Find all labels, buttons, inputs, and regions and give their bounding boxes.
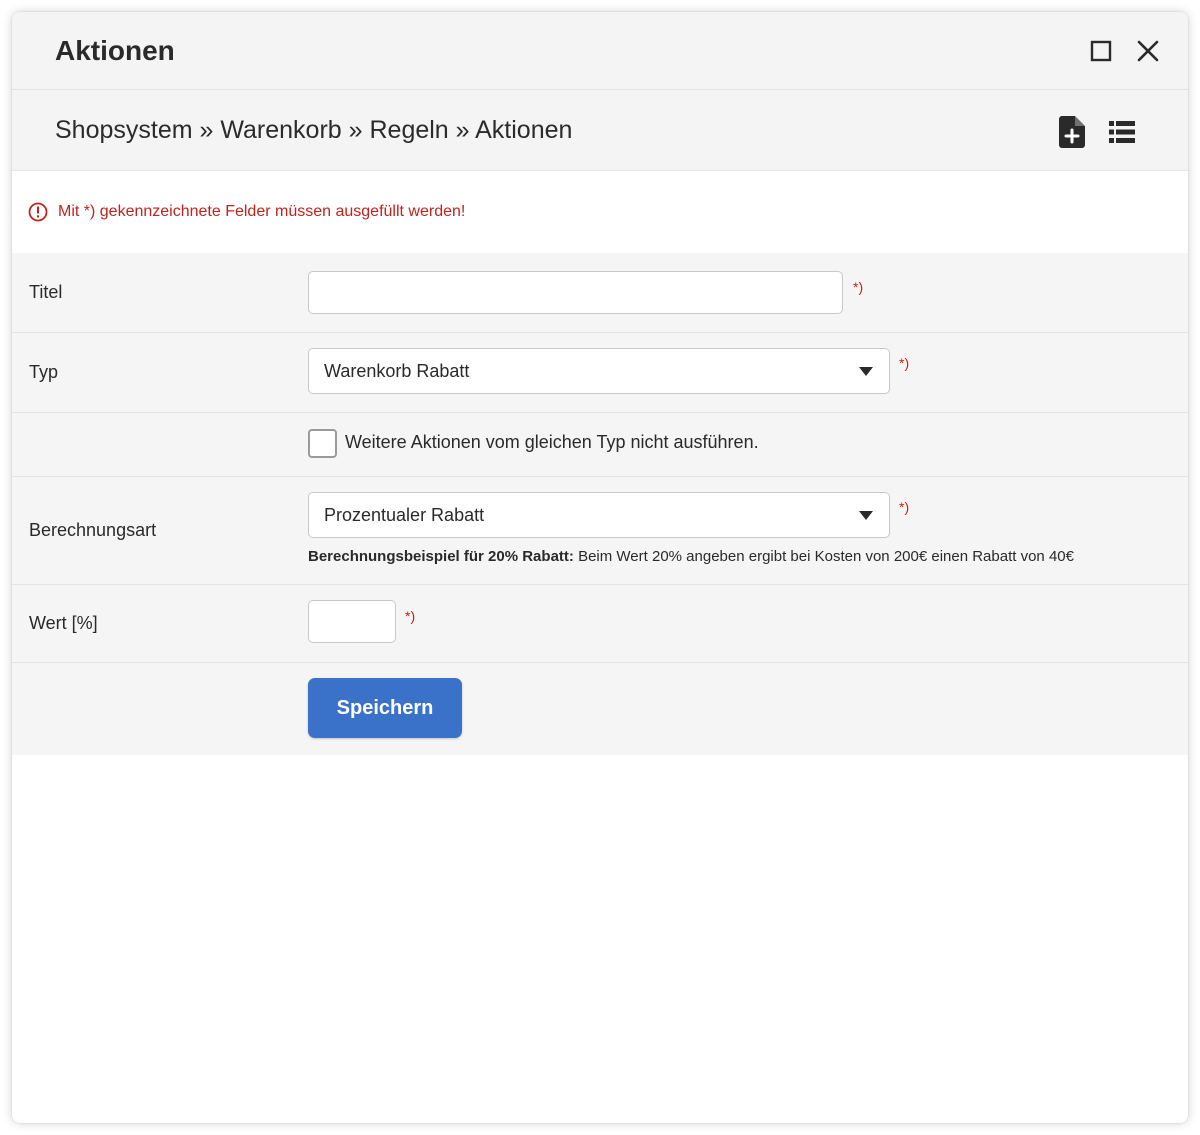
row-berechnungsart: Berechnungsart Prozentualer Rabatt *) Be…	[12, 477, 1188, 585]
notice-text: Mit *) gekennzeichnete Felder müssen aus…	[58, 203, 466, 220]
calculation-hint: Berechnungsbeispiel für 20% Rabatt: Beim…	[308, 548, 1074, 565]
list-icon	[1109, 121, 1135, 143]
hint-text: Beim Wert 20% angeben ergibt bei Kosten …	[573, 548, 1074, 565]
hint-bold: Berechnungsbeispiel für 20% Rabatt:	[308, 548, 574, 565]
save-button[interactable]: Speichern	[308, 678, 462, 738]
window-title: Aktionen	[55, 34, 175, 66]
new-document-button[interactable]	[1056, 115, 1088, 149]
skip-further-actions-checkbox[interactable]	[308, 429, 337, 458]
title-bar: Aktionen	[12, 12, 1188, 90]
berechnungsart-label: Berechnungsart	[29, 520, 157, 540]
required-marker: *)	[405, 608, 416, 624]
typ-label: Typ	[29, 362, 59, 382]
new-document-icon	[1059, 116, 1085, 148]
dialog-window: Aktionen Shopsystem » Warenkorb » Regeln…	[12, 12, 1188, 1123]
close-button[interactable]	[1133, 36, 1163, 66]
required-fields-notice: Mit *) gekennzeichnete Felder müssen aus…	[12, 171, 1188, 253]
action-form: Titel *) Typ Warenkorb Rabatt *) Weitere…	[12, 253, 1188, 755]
required-marker: *)	[899, 499, 910, 515]
maximize-icon	[1090, 40, 1112, 62]
titel-label: Titel	[29, 282, 63, 302]
chevron-down-icon	[859, 367, 873, 376]
wert-input[interactable]	[308, 600, 396, 643]
row-wert: Wert [%] *)	[12, 585, 1188, 663]
row-typ: Typ Warenkorb Rabatt *)	[12, 333, 1188, 413]
typ-select[interactable]: Warenkorb Rabatt	[308, 348, 890, 394]
checkbox-label: Weitere Aktionen vom gleichen Typ nicht …	[345, 432, 759, 452]
wert-label: Wert [%]	[29, 613, 98, 633]
required-marker: *)	[853, 279, 864, 295]
berechnungsart-selected-value: Prozentualer Rabatt	[324, 504, 485, 525]
typ-selected-value: Warenkorb Rabatt	[324, 360, 470, 381]
maximize-button[interactable]	[1086, 36, 1116, 66]
alert-circle-icon	[28, 202, 48, 222]
chevron-down-icon	[859, 511, 873, 520]
required-marker: *)	[899, 355, 910, 371]
breadcrumb: Shopsystem » Warenkorb » Regeln » Aktion…	[55, 115, 573, 144]
breadcrumb-bar: Shopsystem » Warenkorb » Regeln » Aktion…	[12, 90, 1188, 171]
row-actions: Speichern	[12, 663, 1188, 755]
row-titel: Titel *)	[12, 253, 1188, 333]
titel-input[interactable]	[308, 271, 843, 314]
close-icon	[1137, 40, 1159, 62]
row-checkbox: Weitere Aktionen vom gleichen Typ nicht …	[12, 413, 1188, 477]
list-button[interactable]	[1106, 115, 1138, 149]
berechnungsart-select[interactable]: Prozentualer Rabatt	[308, 492, 890, 538]
